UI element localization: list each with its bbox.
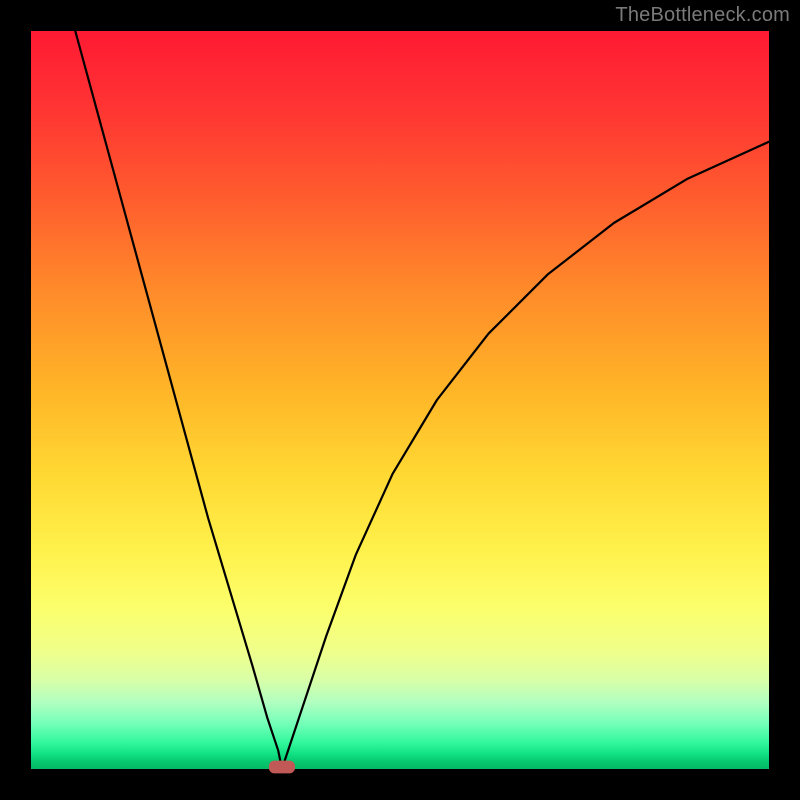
bottleneck-curve-left [75,31,282,769]
watermark-text: TheBottleneck.com [615,4,790,27]
chart-frame: TheBottleneck.com [0,0,800,800]
bottleneck-curve-right [282,142,769,769]
curve-layer [31,31,769,769]
minimum-marker [269,761,294,773]
plot-area [31,31,769,769]
